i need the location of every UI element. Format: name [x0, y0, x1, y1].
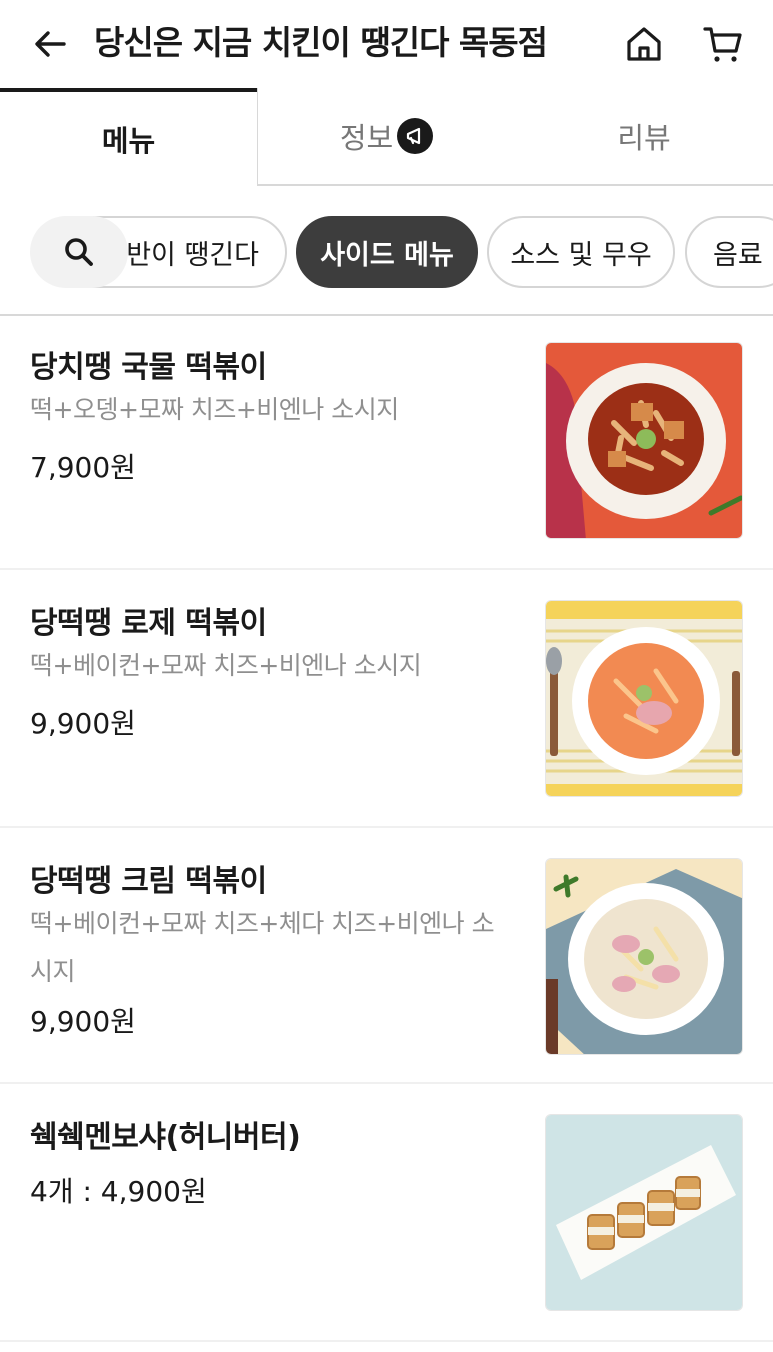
- category-chip-active[interactable]: 사이드 메뉴: [296, 216, 478, 288]
- menu-item[interactable]: 쉑쉑멘보샤(허니버터) 4개 : 4,900원: [0, 1084, 773, 1342]
- menu-item-description: 떡+베이컨+모짜 치즈+비엔나 소시지: [30, 651, 422, 680]
- search-button[interactable]: [30, 216, 128, 288]
- menu-item-price: 9,900원: [30, 1005, 136, 1038]
- menu-item-name: 당치땡 국물 떡볶이: [30, 350, 267, 385]
- menu-item-name: 당떡땡 크림 떡볶이: [30, 864, 267, 899]
- category-chip-label: 반이 땡긴다: [126, 239, 259, 271]
- menu-item-description: 떡+오뎅+모짜 치즈+비엔나 소시지: [30, 395, 399, 424]
- tab-review[interactable]: 리뷰: [515, 88, 773, 186]
- menu-item-name: 쉑쉑멘보샤(허니버터): [30, 1120, 301, 1155]
- menu-item-photo: [545, 600, 743, 797]
- home-button[interactable]: [620, 20, 668, 68]
- tab-info[interactable]: 정보: [257, 88, 515, 186]
- cart-icon: [703, 27, 742, 62]
- menu-item-photo: [545, 1114, 743, 1311]
- menu-item[interactable]: 당떡땡 로제 떡볶이 떡+베이컨+모짜 치즈+비엔나 소시지 9,900원: [0, 570, 773, 828]
- category-chip[interactable]: 소스 및 무우: [487, 216, 675, 288]
- menu-item[interactable]: 당치땡 국물 떡볶이 떡+오뎅+모짜 치즈+비엔나 소시지 7,900원: [0, 318, 773, 570]
- category-chip-row[interactable]: 반이 땡긴다 사이드 메뉴 소스 및 무우 음료: [0, 186, 773, 316]
- arrow-left-icon: [35, 31, 66, 57]
- menu-item-price: 4개 : 4,900원: [30, 1175, 207, 1208]
- menu-item[interactable]: 당떡땡 크림 떡볶이 떡+베이컨+모짜 치즈+체다 치즈+비엔나 소시지 9,9…: [0, 828, 773, 1084]
- search-icon: [65, 238, 93, 266]
- menu-item-name: 당떡땡 로제 떡볶이: [30, 606, 267, 641]
- tab-review-label: 리뷰: [617, 121, 671, 155]
- tab-menu[interactable]: 메뉴: [0, 88, 257, 186]
- tab-bar: 메뉴 정보 리뷰: [0, 88, 773, 186]
- home-icon: [627, 27, 661, 61]
- menu-item-photo: [545, 858, 743, 1055]
- category-chip-label: 사이드 메뉴: [320, 239, 454, 271]
- cart-button[interactable]: [698, 20, 748, 68]
- category-chip[interactable]: 음료: [685, 216, 773, 288]
- category-chip-label: 소스 및 무우: [510, 239, 652, 271]
- tab-info-label: 정보: [339, 121, 394, 155]
- menu-item-description: 떡+베이컨+모짜 치즈+체다 치즈+비엔나 소시지: [30, 909, 495, 986]
- tab-menu-label: 메뉴: [101, 124, 156, 158]
- megaphone-icon: [397, 118, 434, 154]
- app-header: 당신은 지금 치킨이 땡긴다 목동점: [0, 0, 773, 88]
- menu-item-photo: [545, 342, 743, 539]
- menu-item-price: 9,900원: [30, 707, 136, 740]
- store-title: 당신은 지금 치킨이 땡긴다 목동점: [94, 23, 548, 62]
- back-button[interactable]: [28, 22, 72, 66]
- category-chip-label: 음료: [713, 239, 763, 271]
- menu-item-price: 7,900원: [30, 451, 136, 484]
